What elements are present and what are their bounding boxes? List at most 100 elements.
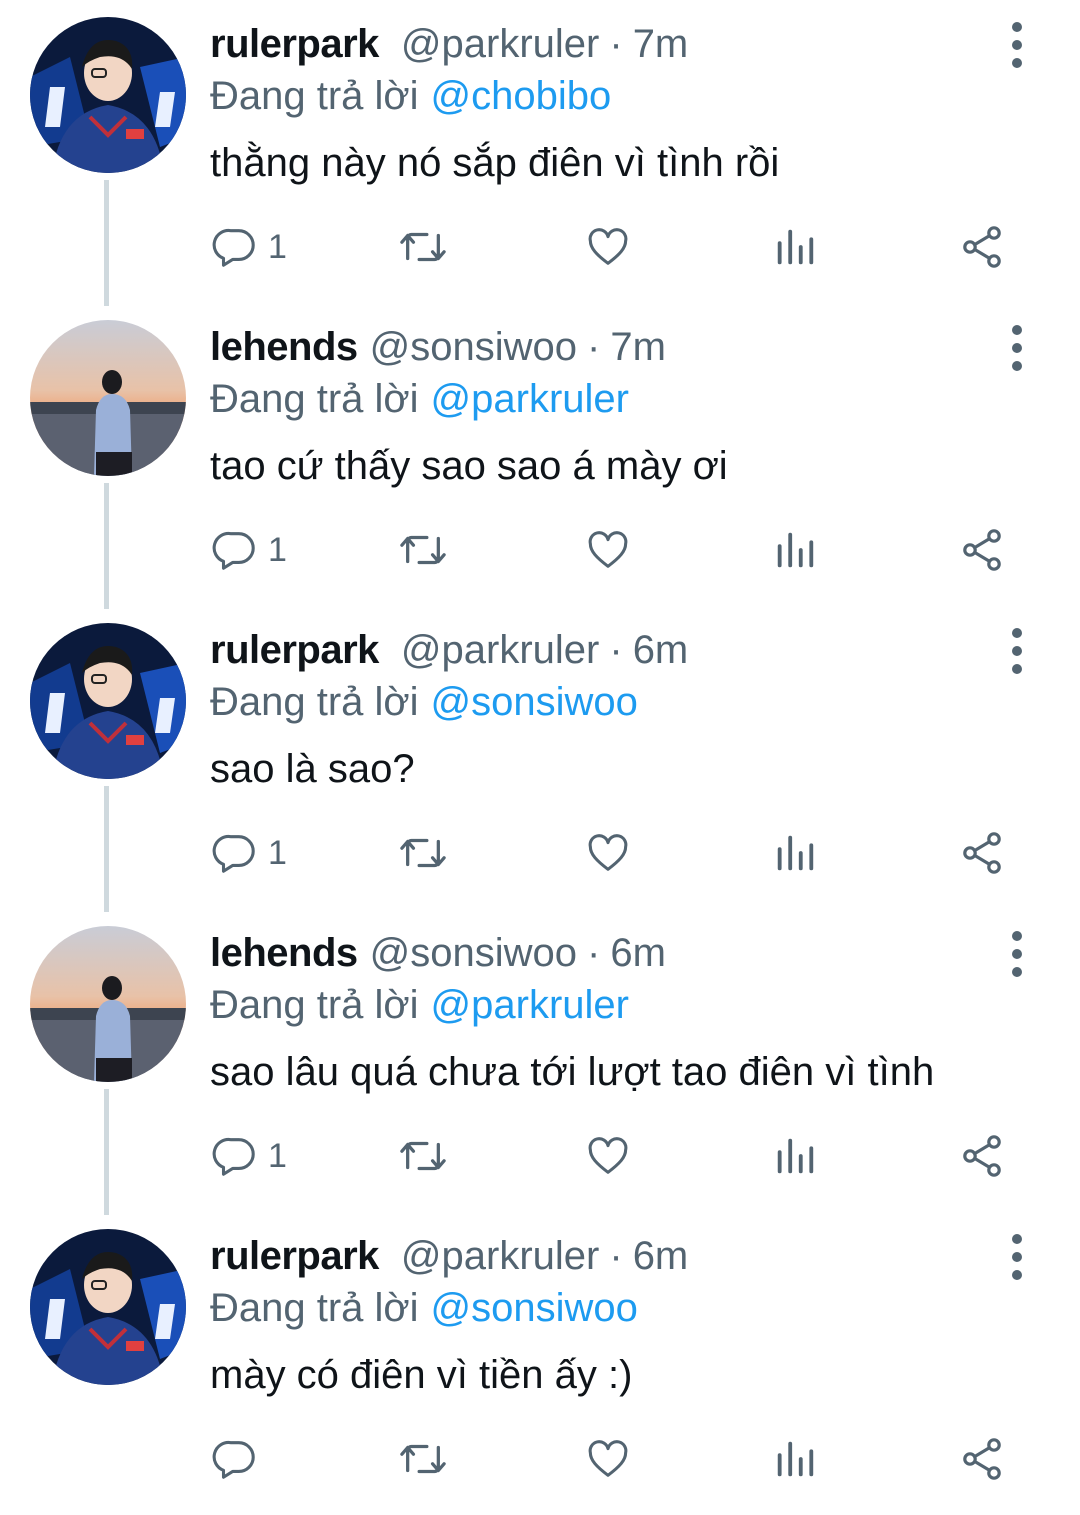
retweet-button[interactable]: [396, 1128, 450, 1184]
avatar-ruler-image: [30, 1229, 186, 1385]
like-button[interactable]: [584, 219, 632, 275]
tweet-text: tao cứ thấy sao sao á mày ơi: [210, 444, 728, 488]
like-icon: [588, 531, 628, 568]
retweet-button[interactable]: [396, 1431, 450, 1487]
share-icon: [963, 529, 1001, 571]
author-name[interactable]: rulerpark: [210, 20, 379, 68]
timestamp[interactable]: 7m: [633, 20, 689, 68]
share-icon: [963, 1135, 1001, 1177]
separator: ·: [609, 1234, 623, 1278]
avatar[interactable]: [30, 320, 186, 476]
like-button[interactable]: [584, 1128, 632, 1184]
views-button[interactable]: [773, 522, 817, 578]
avatar-ruler-image: [30, 17, 186, 173]
author-handle[interactable]: @parkruler: [401, 20, 599, 68]
retweet-icon: [400, 535, 446, 565]
tweet[interactable]: rulerpark @parkruler · 6m Đang trả lời @s…: [0, 606, 1080, 912]
avatar[interactable]: [30, 926, 186, 1082]
author-name[interactable]: rulerpark: [210, 626, 379, 674]
share-button[interactable]: [958, 522, 1006, 578]
mention-link[interactable]: @sonsiwoo: [431, 1286, 638, 1330]
tweet[interactable]: lehends @sonsiwoo · 7m Đang trả lời @park…: [0, 303, 1080, 609]
author-name[interactable]: lehends: [210, 323, 358, 371]
share-button[interactable]: [958, 1128, 1006, 1184]
author-handle[interactable]: @parkruler: [401, 1232, 599, 1280]
tweet-text: sao lâu quá chưa tới lượt tao điên vì tì…: [210, 1050, 935, 1094]
retweet-button[interactable]: [396, 522, 450, 578]
reply-button[interactable]: 1: [212, 522, 287, 578]
share-button[interactable]: [958, 1431, 1006, 1487]
reply-button[interactable]: 1: [212, 219, 287, 275]
avatar[interactable]: [30, 17, 186, 173]
timestamp[interactable]: 6m: [610, 929, 666, 977]
share-button[interactable]: [958, 825, 1006, 881]
mention-link[interactable]: @parkruler: [431, 983, 629, 1027]
reply-count: 1: [268, 1137, 287, 1175]
reply-count: 1: [268, 228, 287, 266]
retweet-icon: [400, 232, 446, 262]
tweet[interactable]: lehends @sonsiwoo · 6m Đang trả lời @park…: [0, 909, 1080, 1215]
author-handle[interactable]: @sonsiwoo: [370, 323, 577, 371]
reply-icon: [212, 228, 255, 267]
action-bar: 1: [0, 1128, 1080, 1184]
conversation-thread: rulerpark @parkruler · 7m Đang trả lời @c…: [0, 0, 1080, 1486]
avatar[interactable]: [30, 1229, 186, 1385]
views-icon: [777, 1138, 814, 1174]
tweet-text: mày có điên vì tiền ấy :): [210, 1353, 633, 1397]
tweet[interactable]: rulerpark @parkruler · 7m Đang trả lời @c…: [0, 0, 1080, 306]
views-icon: [777, 229, 814, 265]
reply-button[interactable]: 1: [212, 825, 287, 881]
action-bar: 1: [0, 522, 1080, 578]
views-button[interactable]: [773, 1128, 817, 1184]
like-button[interactable]: [584, 825, 632, 881]
like-button[interactable]: [584, 1431, 632, 1487]
retweet-icon: [400, 838, 446, 868]
like-icon: [588, 834, 628, 871]
reply-button[interactable]: [212, 1431, 268, 1487]
author-name[interactable]: rulerpark: [210, 1232, 379, 1280]
share-button[interactable]: [958, 219, 1006, 275]
views-button[interactable]: [773, 1431, 817, 1487]
reply-button[interactable]: 1: [212, 1128, 287, 1184]
like-icon: [588, 1137, 628, 1174]
retweet-button[interactable]: [396, 825, 450, 881]
reply-icon: [212, 531, 255, 570]
replying-to: Đang trả lời @chobibo: [210, 72, 611, 120]
more-options-icon[interactable]: [1000, 931, 1034, 977]
views-icon: [777, 532, 814, 568]
tweet-header: rulerpark @parkruler · 6m: [210, 626, 688, 674]
like-icon: [588, 228, 628, 265]
views-button[interactable]: [773, 219, 817, 275]
separator: ·: [609, 22, 623, 66]
author-name[interactable]: lehends: [210, 929, 358, 977]
like-button[interactable]: [584, 522, 632, 578]
separator: ·: [587, 325, 601, 369]
mention-link[interactable]: @sonsiwoo: [431, 680, 638, 724]
tweet[interactable]: rulerpark @parkruler · 6m Đang trả lời @s…: [0, 1212, 1080, 1515]
mention-link[interactable]: @parkruler: [431, 377, 629, 421]
avatar-lehends-image: [30, 320, 186, 476]
reply-icon: [212, 1137, 255, 1176]
author-handle[interactable]: @sonsiwoo: [370, 929, 577, 977]
author-handle[interactable]: @parkruler: [401, 626, 599, 674]
replying-to-label: Đang trả lời: [210, 680, 419, 724]
timestamp[interactable]: 6m: [633, 1232, 689, 1280]
separator: ·: [609, 628, 623, 672]
more-options-icon[interactable]: [1000, 1234, 1034, 1280]
retweet-button[interactable]: [396, 219, 450, 275]
share-icon: [963, 1438, 1001, 1480]
replying-to-label: Đang trả lời: [210, 74, 419, 118]
views-button[interactable]: [773, 825, 817, 881]
more-options-icon[interactable]: [1000, 22, 1034, 68]
more-options-icon[interactable]: [1000, 325, 1034, 371]
avatar[interactable]: [30, 623, 186, 779]
mention-link[interactable]: @chobibo: [431, 74, 612, 118]
avatar-lehends-image: [30, 926, 186, 1082]
timestamp[interactable]: 6m: [633, 626, 689, 674]
separator: ·: [587, 931, 601, 975]
replying-to-label: Đang trả lời: [210, 1286, 419, 1330]
timestamp[interactable]: 7m: [610, 323, 666, 371]
reply-icon: [212, 834, 255, 873]
more-options-icon[interactable]: [1000, 628, 1034, 674]
share-icon: [963, 832, 1001, 874]
